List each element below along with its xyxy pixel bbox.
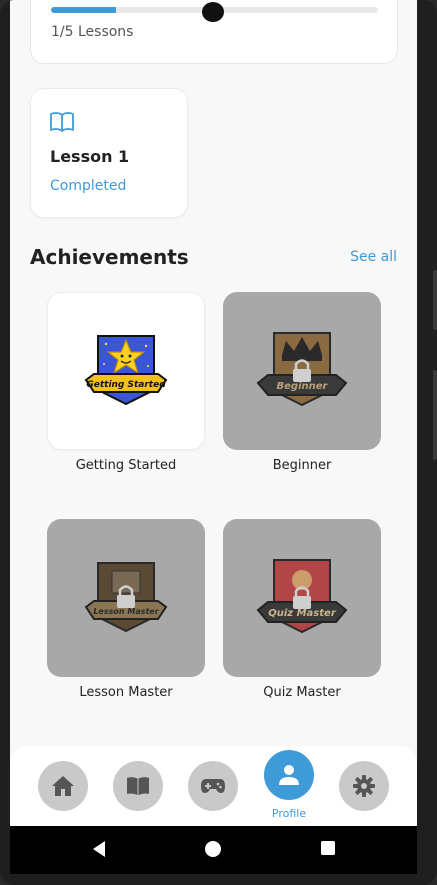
book-open-icon (50, 112, 74, 132)
achievement-tile-quiz-master[interactable]: Quiz Master (223, 519, 381, 677)
beginner-badge-text: Beginner (277, 381, 329, 392)
progress-text: 1/5 Lessons (51, 24, 134, 40)
volume-button (433, 270, 437, 330)
phone-frame: 1/5 Lessons Lesson 1 Completed Achieveme… (0, 0, 437, 885)
achievement-label: Beginner (272, 458, 332, 473)
quiz-master-badge-text: Quiz Master (268, 608, 337, 619)
achievement-tile-getting-started[interactable]: Getting Started (47, 292, 205, 450)
see-all-link[interactable]: See all (350, 249, 397, 265)
achievements-heading: Achievements (30, 245, 189, 269)
gear-icon (353, 775, 375, 797)
gamepad-icon (201, 779, 225, 793)
achievement-tile-beginner[interactable]: Beginner (223, 292, 381, 450)
home-circle-icon[interactable] (204, 840, 222, 858)
lesson-master-badge-text: Lesson Master (93, 607, 159, 616)
back-icon[interactable] (90, 840, 108, 858)
app-screen: 1/5 Lessons Lesson 1 Completed Achieveme… (10, 0, 417, 826)
power-button (433, 370, 437, 460)
lesson-master-badge: Lesson Master (84, 562, 168, 633)
book-icon (127, 777, 149, 795)
getting-started-badge: Getting Started (84, 335, 168, 406)
achievement-label: Lesson Master (79, 685, 173, 700)
progress-fill (51, 7, 117, 13)
recents-icon[interactable] (320, 840, 336, 856)
bottom-navigation: Profile (10, 746, 417, 826)
nav-profile-label: Profile (271, 807, 307, 820)
lesson-status: Completed (50, 178, 127, 194)
nav-settings-button[interactable] (339, 761, 389, 811)
lesson-title: Lesson 1 (50, 147, 130, 166)
quiz-master-badge: Quiz Master (256, 559, 348, 634)
profile-icon (279, 765, 299, 785)
nav-lessons-button[interactable] (113, 761, 163, 811)
achievement-label: Quiz Master (263, 685, 341, 700)
getting-started-badge-text: Getting Started (86, 380, 166, 390)
system-navigation-bar (10, 826, 417, 874)
achievement-label: Getting Started (75, 458, 177, 473)
nav-games-button[interactable] (188, 761, 238, 811)
nav-home-button[interactable] (38, 761, 88, 811)
lesson-card[interactable]: Lesson 1 Completed (30, 88, 188, 218)
beginner-badge: Beginner (256, 332, 348, 407)
achievement-tile-lesson-master[interactable]: Lesson Master (47, 519, 205, 677)
front-camera (202, 2, 224, 22)
nav-profile-button[interactable] (264, 750, 314, 800)
home-icon (52, 776, 74, 796)
